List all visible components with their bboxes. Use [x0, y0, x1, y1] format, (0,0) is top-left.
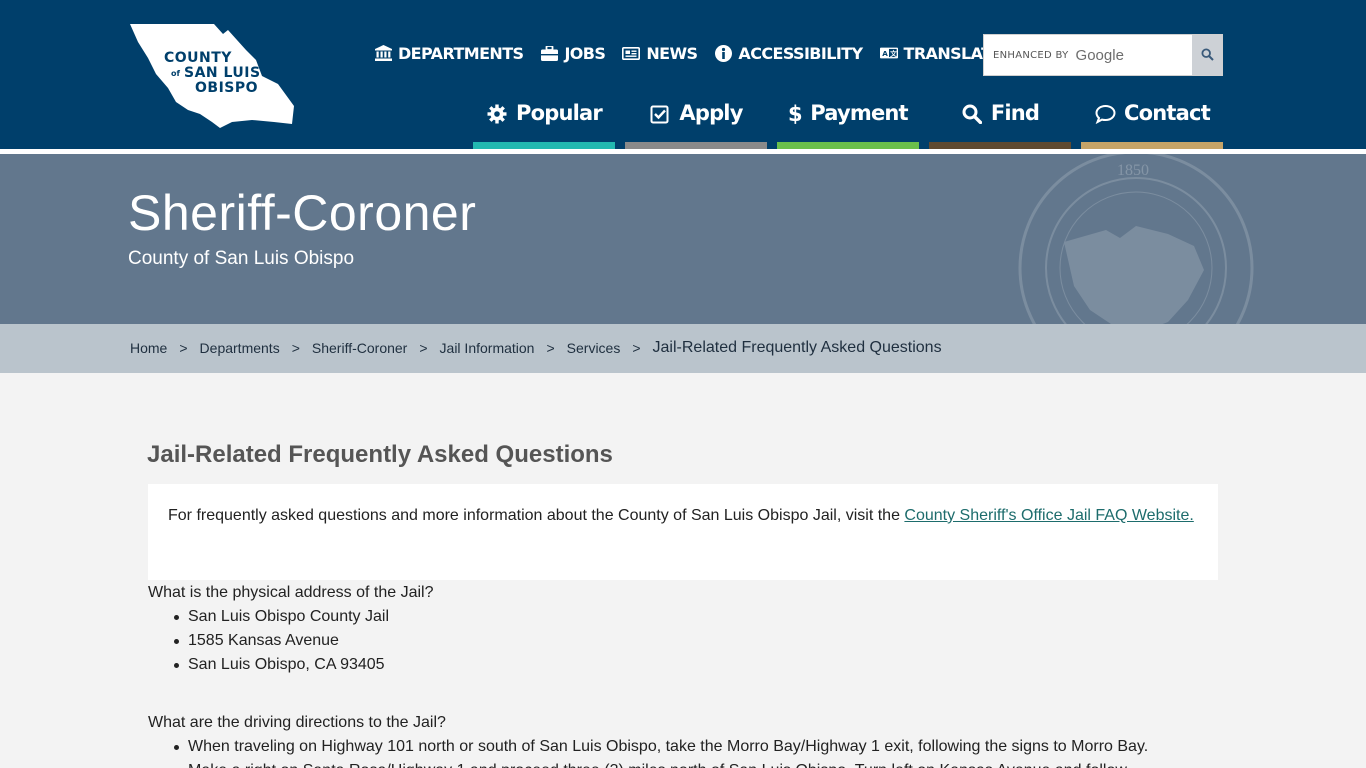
question-address: What is the physical address of the Jail…: [148, 584, 434, 601]
seal-year: 1850: [1117, 162, 1149, 179]
nav-find-accent-bar: [929, 142, 1071, 149]
question-directions: What are the driving directions to the J…: [148, 714, 446, 731]
page-subtitle: County of San Luis Obispo: [128, 248, 355, 269]
notice-text: For frequently asked questions and more …: [168, 507, 905, 524]
site-search[interactable]: ENHANCED BY Google: [983, 34, 1223, 76]
nav-payment[interactable]: $ Payment: [777, 92, 919, 149]
breadcrumb-current: Jail-Related Frequently Asked Questions: [652, 339, 942, 356]
search-input[interactable]: ENHANCED BY Google: [984, 35, 1192, 75]
enhanced-by-label: ENHANCED BY: [993, 49, 1069, 61]
nav-accessibility-label: ACCESSIBILITY: [738, 43, 863, 63]
logo-san-luis-text: SAN LUIS: [184, 65, 261, 81]
list-item: Make a right on Santa Rosa/Highway 1 and…: [188, 759, 1148, 768]
main-nav: Popular Apply $ Payment Find Contact: [473, 92, 1233, 149]
jail-faq-link[interactable]: County Sheriff's Office Jail FAQ Website…: [904, 507, 1193, 524]
nav-accessibility[interactable]: ACCESSIBILITY: [714, 43, 863, 63]
nav-apply[interactable]: Apply: [625, 92, 767, 149]
svg-text:$: $: [788, 103, 802, 125]
list-item: San Luis Obispo, CA 93405: [174, 653, 389, 677]
logo-of-text: of: [171, 69, 180, 78]
checkbox-icon: [649, 103, 671, 125]
county-logo[interactable]: COUNTY of SAN LUIS OBISPO: [128, 22, 294, 128]
nav-departments-label: DEPARTMENTS: [398, 43, 524, 63]
nav-apply-accent-bar: [625, 142, 767, 149]
utility-nav: DEPARTMENTS JOBS NEWS ACCESSIBILITY A文 T…: [374, 42, 1019, 64]
newspaper-icon: [622, 44, 641, 62]
nav-payment-label: Payment: [810, 101, 908, 125]
nav-contact-accent-bar: [1081, 142, 1223, 149]
nav-popular[interactable]: Popular: [473, 92, 615, 149]
briefcase-icon: [540, 44, 558, 62]
breadcrumb-services[interactable]: Services: [567, 340, 621, 356]
directions-list: When traveling on Highway 101 north or s…: [173, 735, 1148, 768]
address-list: San Luis Obispo County Jail 1585 Kansas …: [174, 605, 389, 677]
nav-departments[interactable]: DEPARTMENTS: [374, 43, 524, 63]
department-banner: Sheriff-Coroner County of San Luis Obisp…: [0, 154, 1366, 324]
jail-faq-notice: For frequently asked questions and more …: [148, 484, 1218, 580]
county-seal-watermark-icon: 1850: [1018, 154, 1254, 324]
breadcrumb-separator: >: [419, 340, 428, 356]
google-brand-label: Google: [1075, 46, 1124, 64]
breadcrumb-separator: >: [632, 340, 641, 356]
nav-payment-accent-bar: [777, 142, 919, 149]
nav-contact-label: Contact: [1124, 101, 1211, 125]
breadcrumb-departments[interactable]: Departments: [200, 340, 280, 356]
nav-popular-label: Popular: [516, 101, 603, 125]
info-circle-icon: [714, 44, 732, 62]
nav-jobs-label: JOBS: [564, 43, 606, 63]
breadcrumb-separator: >: [546, 340, 555, 356]
site-header: COUNTY of SAN LUIS OBISPO DEPARTMENTS JO…: [0, 0, 1366, 149]
list-item: When traveling on Highway 101 north or s…: [173, 735, 1148, 759]
list-item: 1585 Kansas Avenue: [174, 629, 389, 653]
nav-popular-accent-bar: [473, 142, 615, 149]
logo-county-text: COUNTY: [164, 50, 232, 66]
search-button[interactable]: [1192, 35, 1222, 75]
logo-obispo-text: OBISPO: [195, 80, 259, 96]
language-icon: A文: [879, 44, 898, 62]
nav-contact[interactable]: Contact: [1081, 92, 1223, 149]
page-title: Sheriff-Coroner: [128, 185, 477, 241]
building-icon: [374, 44, 392, 62]
breadcrumb-sheriff-coroner[interactable]: Sheriff-Coroner: [312, 340, 407, 356]
chat-bubble-icon: [1094, 103, 1116, 125]
search-icon: [1200, 46, 1214, 65]
search-icon: [961, 103, 983, 125]
dollar-icon: $: [788, 103, 802, 125]
breadcrumb-separator: >: [291, 340, 300, 356]
content-title: Jail-Related Frequently Asked Questions: [147, 441, 613, 468]
nav-find[interactable]: Find: [929, 92, 1071, 149]
gear-icon: [486, 103, 508, 125]
nav-apply-label: Apply: [679, 101, 743, 125]
list-item: San Luis Obispo County Jail: [174, 605, 389, 629]
breadcrumb-jail-information[interactable]: Jail Information: [440, 340, 535, 356]
svg-text:文: 文: [889, 49, 897, 58]
breadcrumb-separator: >: [179, 340, 188, 356]
nav-news[interactable]: NEWS: [622, 43, 698, 63]
nav-jobs[interactable]: JOBS: [540, 43, 606, 63]
nav-find-label: Find: [990, 101, 1040, 125]
nav-news-label: NEWS: [646, 43, 698, 63]
breadcrumb-home[interactable]: Home: [130, 340, 167, 356]
breadcrumb: Home > Departments > Sheriff-Coroner > J…: [0, 324, 1366, 373]
